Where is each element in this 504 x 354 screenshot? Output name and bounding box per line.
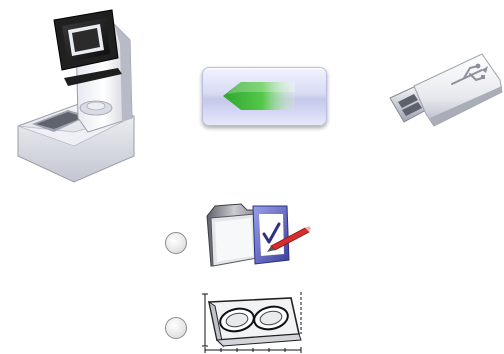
transfer-button[interactable] (202, 67, 327, 126)
folder-checklist-icon (206, 203, 311, 267)
option-shapes-row[interactable] (165, 290, 325, 354)
edging-machine-icon (17, 9, 135, 183)
option-shapes-radio[interactable] (165, 317, 187, 339)
lens-shape-template-icon (202, 292, 302, 353)
arrow-left-icon (223, 82, 295, 110)
usb-drive-icon (389, 53, 503, 127)
option-files-row[interactable] (165, 200, 325, 270)
transfer-screen (0, 0, 504, 354)
option-files-radio[interactable] (165, 232, 187, 254)
